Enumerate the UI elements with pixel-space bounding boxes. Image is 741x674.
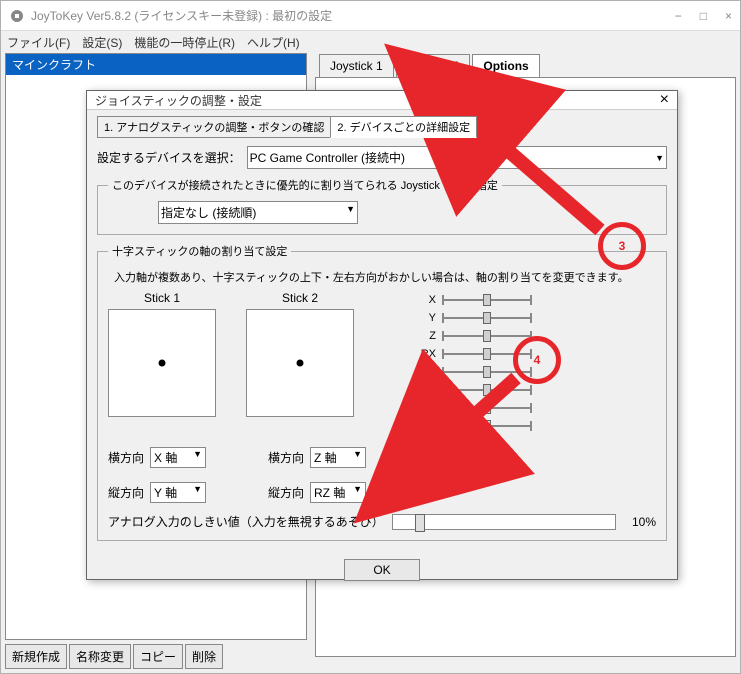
device-select[interactable]: PC Game Controller (接続中) ▼	[247, 146, 667, 169]
app-icon	[9, 8, 25, 24]
tab-joystick2[interactable]: Joystick 2	[396, 54, 471, 77]
dialog-title: ジョイスティックの調整・設定	[95, 92, 660, 109]
chevron-down-icon: ▼	[353, 449, 362, 466]
axis-slider-z[interactable]	[442, 335, 532, 337]
axis-label-rx: RX	[392, 348, 436, 360]
annotation-circle-3: 3	[598, 222, 646, 270]
subtab-device-detail[interactable]: 2. デバイスごとの詳細設定	[330, 116, 477, 138]
stick1-v-label: 縦方向	[108, 484, 144, 501]
axis-label-x: X	[392, 294, 436, 306]
tab-strip: Joystick 1 Joystick 2 Options	[311, 53, 740, 77]
menu-file[interactable]: ファイル(F)	[7, 34, 70, 51]
axis-slider-x[interactable]	[442, 299, 532, 301]
chevron-down-icon: ▼	[193, 484, 202, 501]
axis-label-rz: RZ	[392, 384, 436, 396]
delete-profile-button[interactable]: 削除	[185, 644, 223, 669]
minimize-button[interactable]: −	[675, 9, 682, 23]
copy-profile-button[interactable]: コピー	[133, 644, 183, 669]
subtab-analog-check[interactable]: 1. アナログスティックの調整・ボタンの確認	[97, 116, 331, 138]
axis-label-z: Z	[392, 330, 436, 342]
priority-group: このデバイスが接続されたときに優先的に割り当てられる Joystick 番号を指…	[97, 177, 667, 235]
profile-item-selected[interactable]: マインクラフト	[6, 54, 306, 75]
stick2-label: Stick 2	[282, 291, 318, 305]
window-title: JoyToKey Ver5.8.2 (ライセンスキー未登録) : 最初の設定	[31, 7, 675, 24]
ok-button[interactable]: OK	[344, 559, 419, 581]
menu-help[interactable]: ヘルプ(H)	[247, 34, 300, 51]
maximize-button[interactable]: □	[700, 9, 707, 23]
priority-select[interactable]: 指定なし (接続順) ▼	[158, 201, 358, 224]
priority-select-value: 指定なし (接続順)	[161, 204, 256, 221]
stick1-h-label: 横方向	[108, 449, 144, 466]
menu-settings[interactable]: 設定(S)	[82, 34, 122, 51]
axis-sliders: X Y Z RX RY RZ Slider1 Slider2	[392, 291, 532, 435]
threshold-value: 10%	[624, 515, 656, 529]
axis-label-ry: RY	[392, 366, 436, 378]
stick1-h-select[interactable]: X 軸▼	[150, 447, 206, 468]
stick1-label: Stick 1	[144, 291, 180, 305]
priority-group-label: このデバイスが接続されたときに優先的に割り当てられる Joystick 番号を指…	[108, 177, 502, 193]
stick2-visualizer	[246, 309, 354, 417]
stick2-h-select[interactable]: Z 軸▼	[310, 447, 366, 468]
axis-slider-rz[interactable]	[442, 389, 532, 391]
stick1-v-select[interactable]: Y 軸▼	[150, 482, 206, 503]
new-profile-button[interactable]: 新規作成	[5, 644, 67, 669]
chevron-down-icon: ▼	[346, 204, 355, 221]
title-bar: JoyToKey Ver5.8.2 (ライセンスキー未登録) : 最初の設定 −…	[1, 1, 740, 31]
axis-group: 十字スティックの軸の割り当て設定 入力軸が複数あり、十字スティックの上下・左右方…	[97, 243, 667, 541]
stick2-v-select[interactable]: RZ 軸▼	[310, 482, 366, 503]
chevron-down-icon: ▼	[353, 484, 362, 501]
axis-label-y: Y	[392, 312, 436, 324]
threshold-slider[interactable]	[392, 514, 616, 530]
dialog-title-bar: ジョイスティックの調整・設定 ×	[87, 91, 677, 110]
stick1-visualizer	[108, 309, 216, 417]
dialog-close-button[interactable]: ×	[660, 91, 669, 109]
joystick-settings-dialog: ジョイスティックの調整・設定 × 1. アナログスティックの調整・ボタンの確認 …	[86, 90, 678, 580]
rename-profile-button[interactable]: 名称変更	[69, 644, 131, 669]
chevron-down-icon: ▼	[193, 449, 202, 466]
close-button[interactable]: ×	[725, 9, 732, 23]
sub-tab-strip: 1. アナログスティックの調整・ボタンの確認 2. デバイスごとの詳細設定	[97, 116, 667, 138]
axis-slider-y[interactable]	[442, 317, 532, 319]
axis-label-s2: Slider2	[392, 420, 436, 432]
annotation-circle-4: 4	[513, 336, 561, 384]
axis-label-s1: Slider1	[392, 402, 436, 414]
axis-group-label: 十字スティックの軸の割り当て設定	[108, 243, 291, 259]
axis-note: 入力軸が複数あり、十字スティックの上下・左右方向がおかしい場合は、軸の割り当てを…	[114, 269, 656, 285]
menu-pause[interactable]: 機能の一時停止(R)	[134, 34, 235, 51]
tab-joystick1[interactable]: Joystick 1	[319, 54, 394, 77]
device-select-label: 設定するデバイスを選択：	[97, 149, 241, 166]
threshold-label: アナログ入力のしきい値（入力を無視するあそび）	[108, 513, 384, 530]
stick2-h-label: 横方向	[268, 449, 304, 466]
axis-slider-slider2[interactable]	[442, 425, 532, 427]
menu-bar: ファイル(F) 設定(S) 機能の一時停止(R) ヘルプ(H)	[1, 31, 740, 53]
tab-options[interactable]: Options	[472, 54, 539, 77]
device-select-value: PC Game Controller (接続中)	[250, 149, 405, 166]
stick2-v-label: 縦方向	[268, 484, 304, 501]
axis-slider-slider1[interactable]	[442, 407, 532, 409]
chevron-down-icon: ▼	[655, 153, 664, 163]
